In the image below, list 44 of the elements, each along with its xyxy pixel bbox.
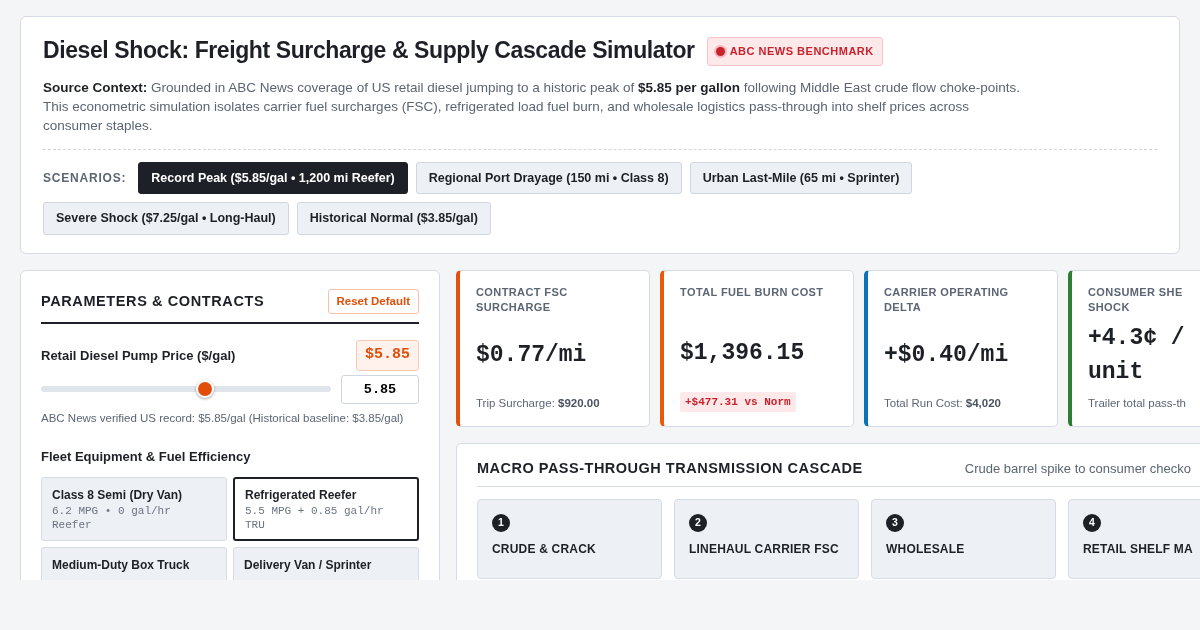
panel-title: PARAMETERS & CONTRACTS [41, 291, 265, 311]
cascade-title: MACRO PASS-THROUGH TRANSMISSION CASCADE [477, 459, 863, 478]
fleet-option[interactable]: Class 8 Semi (Dry Van) 6.2 MPG • 0 gal/hr Reefer [41, 476, 227, 541]
metric-value: $0.77/mi [476, 340, 588, 370]
step-number: 3 [886, 513, 904, 532]
price-readout: $5.85 [356, 340, 419, 371]
price-label: Retail Diesel Pump Price ($/gal) [41, 346, 236, 365]
step-number: 4 [1083, 513, 1101, 532]
step-number: 1 [492, 513, 510, 532]
metric-value: $1,396.15 [680, 339, 806, 369]
reset-default-button[interactable]: Reset Default [327, 289, 419, 315]
fleet-option[interactable]: Delivery Van / Sprinter [233, 546, 419, 580]
metric-value: +4.3¢ / unit [1088, 323, 1186, 387]
metric-label: CONTRACT FSC SURCHARGE [476, 285, 569, 315]
step-title: WHOLESALE [886, 540, 966, 558]
scenario-button[interactable]: Historical Normal ($3.85/gal) [296, 202, 491, 235]
fleet-option[interactable]: Medium-Duty Box Truck [41, 546, 227, 580]
metric-label: TOTAL FUEL BURN COST [680, 285, 825, 300]
step-number: 2 [689, 513, 707, 532]
scenario-button[interactable]: Regional Port Drayage (150 mi • Class 8) [415, 161, 682, 195]
scenarios-label: SCENARIOS: [43, 169, 127, 187]
delta-tag: +$477.31 vs Norm [680, 391, 796, 412]
metric-label: CARRIER OPERATING DELTA [884, 285, 1010, 315]
fleet-option[interactable]: Refrigerated Reefer 5.5 MPG + 0.85 gal/hr TRU [233, 476, 419, 541]
cascade-subtitle: Crude barrel spike to consumer checko [964, 460, 1191, 479]
scenario-button[interactable]: Severe Shock ($7.25/gal • Long-Haul) [43, 202, 289, 235]
scenario-button[interactable]: Record Peak ($5.85/gal • 1,200 mi Reefer) [138, 161, 408, 195]
slider-thumb[interactable] [195, 380, 214, 399]
metric-note: Total Run Cost: $4,020 [884, 395, 1002, 411]
step-title: CRUDE & CRACK [492, 540, 597, 558]
fleet-section-title: Fleet Equipment & Fuel Efficiency [41, 448, 252, 466]
page-title: Diesel Shock: Freight Surcharge & Supply Cascade Simulator [43, 37, 695, 66]
scenario-button[interactable]: Urban Last-Mile (65 mi • Sprinter) [689, 161, 913, 195]
badge-label: ABC NEWS BENCHMARK [729, 44, 874, 59]
metric-value: +$0.40/mi [884, 340, 1010, 370]
step-title: LINEHAUL CARRIER FSC [689, 540, 840, 558]
metric-note: Trip Surcharge: $920.00 [476, 395, 601, 411]
step-title: RETAIL SHELF MA [1083, 540, 1194, 558]
price-input-field[interactable]: 5.85 [341, 374, 419, 404]
price-note: ABC News verified US record: $5.85/gal (Historical baseline: $3.85/gal) [41, 410, 405, 426]
source-context-paragraph: Source Context: Grounded in ABC News coverage of US retail diesel jumping to a historic peak of $5.85 per gallon following Middle East crude flow choke-points. This econometric simulation isolates carrier fuel surcharges (FSC), refrigerated load fuel burn, and wholesale logistics pass-through into shelf prices across consumer staples. [43, 78, 1021, 135]
metric-note: Trailer total pass-th [1088, 395, 1187, 411]
status-dot-icon [715, 46, 725, 56]
metric-label: CONSUMER SHE SHOCK [1088, 285, 1184, 315]
